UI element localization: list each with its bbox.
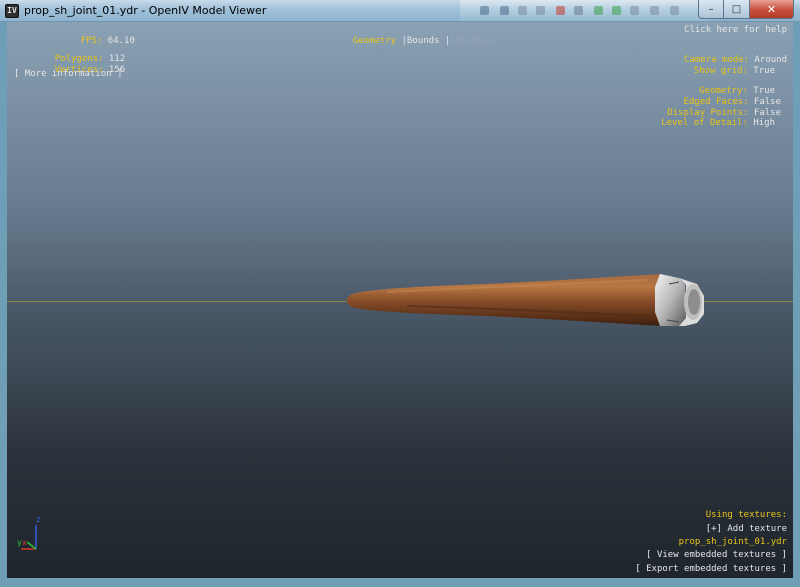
ghost-icon-4 — [536, 6, 545, 15]
tab-bounds[interactable]: Bounds — [407, 36, 440, 46]
window-frame-bottom — [0, 578, 800, 587]
axis-x-label: x — [22, 538, 27, 547]
maximize-icon: □ — [731, 3, 742, 15]
more-information-link[interactable]: [ More information ] — [14, 69, 122, 80]
ghost-icon-10 — [650, 6, 659, 15]
view-embedded-textures-button[interactable]: [ View embedded textures ] — [646, 550, 787, 561]
background-taskbar-reflection — [460, 0, 710, 22]
model-viewport[interactable]: FPS: 64.10 Polygons: 112 Vertices: 156 [… — [7, 22, 793, 578]
window-frame-right — [793, 22, 800, 587]
close-button[interactable]: ✕ — [750, 0, 794, 19]
close-icon: ✕ — [766, 2, 777, 16]
ghost-icon-8 — [612, 6, 621, 15]
using-textures-heading: Using textures: — [705, 510, 787, 520]
axis-z-label: z — [36, 515, 41, 524]
view-mode-tabs: Geometry |Bounds |Skeleton — [331, 25, 494, 58]
ghost-icon-6 — [574, 6, 583, 15]
level-of-detail-label: Level of Detail: — [661, 118, 748, 128]
add-texture-button[interactable]: [+] Add texture — [706, 524, 787, 535]
tab-geometry[interactable]: Geometry — [353, 36, 396, 46]
tab-skeleton: Skeleton — [450, 36, 494, 46]
openiv-app-icon[interactable]: IV — [5, 4, 19, 18]
help-link[interactable]: Click here for help — [684, 25, 787, 36]
title-bar[interactable]: IV prop_sh_joint_01.ydr - OpenIV Model V… — [0, 0, 800, 22]
ghost-icon-1 — [480, 6, 489, 15]
minimize-icon: – — [708, 3, 714, 15]
ghost-icon-7 — [594, 6, 603, 15]
ghost-icon-5 — [556, 6, 565, 15]
ghost-icon-3 — [518, 6, 527, 15]
axis-gizmo: z y x — [17, 515, 47, 552]
ghost-icon-9 — [630, 6, 639, 15]
level-of-detail-setting[interactable]: Level of Detail: High — [640, 107, 775, 140]
maximize-button[interactable]: □ — [724, 0, 750, 19]
level-of-detail-value[interactable]: High — [753, 118, 775, 128]
texture-file-link[interactable]: prop_sh_joint_01.ydr — [679, 537, 787, 548]
window-title: prop_sh_joint_01.ydr - OpenIV Model View… — [24, 4, 267, 17]
ghost-icon-2 — [500, 6, 509, 15]
ghost-icon-11 — [670, 6, 679, 15]
window-controls: – □ ✕ — [698, 0, 794, 19]
window-frame-left — [0, 22, 7, 587]
minimize-button[interactable]: – — [698, 0, 724, 19]
export-embedded-textures-button[interactable]: [ Export embedded textures ] — [635, 564, 787, 575]
